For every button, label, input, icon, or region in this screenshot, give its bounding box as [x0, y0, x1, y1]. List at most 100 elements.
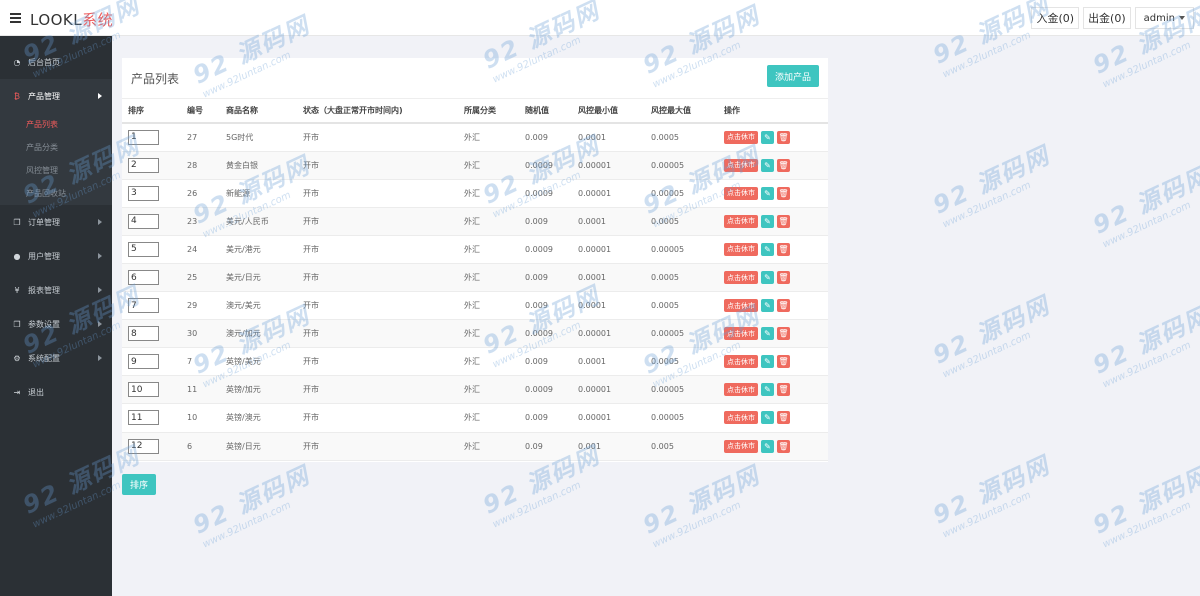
- sort-order-input[interactable]: [128, 129, 159, 145]
- product-name: 黄金白银: [220, 151, 297, 180]
- sort-order-input[interactable]: [128, 382, 159, 398]
- trash-icon[interactable]: 🗑: [777, 186, 790, 200]
- random-value: 0.0009: [519, 319, 572, 349]
- sidebar-subitem-recycle-bin[interactable]: 产品回收站: [0, 182, 112, 205]
- column-header: 操作: [718, 99, 828, 124]
- product-category: 外汇: [458, 235, 519, 264]
- sort-order-input[interactable]: [128, 185, 159, 201]
- table-row: 6英镑/日元开市外汇0.090.0010.005点击休市✎🗑: [122, 432, 828, 461]
- sidebar-subitem-product-category[interactable]: 产品分类: [0, 136, 112, 159]
- close-market-button[interactable]: 点击休市: [724, 439, 758, 453]
- random-value: 0.009: [519, 123, 572, 152]
- risk-min: 0.0001: [572, 347, 645, 377]
- edit-icon[interactable]: ✎: [761, 327, 774, 341]
- risk-max: 0.0005: [645, 263, 718, 293]
- sort-button[interactable]: 排序: [122, 474, 156, 495]
- sort-cell: [122, 207, 181, 236]
- product-id: 7: [181, 347, 220, 377]
- sidebar-item-products[interactable]: ₿ 产品管理: [0, 79, 112, 113]
- sort-cell: [122, 347, 181, 377]
- close-market-button[interactable]: 点击休市: [724, 271, 758, 285]
- market-status: 开市: [297, 179, 458, 208]
- sort-order-input[interactable]: [128, 298, 159, 314]
- chevron-right-icon: [98, 287, 102, 293]
- watermark: 92 源码网 www.92luntan.com: [1088, 161, 1200, 251]
- edit-icon[interactable]: ✎: [761, 158, 774, 172]
- sort-order-input[interactable]: [128, 241, 159, 257]
- trash-icon[interactable]: 🗑: [777, 411, 790, 425]
- sort-order-input[interactable]: [128, 326, 159, 342]
- close-market-button[interactable]: 点击休市: [724, 411, 758, 425]
- edit-icon[interactable]: ✎: [761, 383, 774, 397]
- trash-icon[interactable]: 🗑: [777, 242, 790, 256]
- edit-icon[interactable]: ✎: [761, 130, 774, 144]
- trash-icon[interactable]: 🗑: [777, 439, 790, 453]
- menu-toggle-icon[interactable]: [10, 13, 21, 23]
- trash-icon[interactable]: 🗑: [777, 299, 790, 313]
- trash-icon[interactable]: 🗑: [777, 355, 790, 369]
- sort-order-input[interactable]: [128, 213, 159, 229]
- sort-order-input[interactable]: [128, 438, 159, 454]
- sidebar-item-system[interactable]: ⚙ 系统配置: [0, 341, 112, 375]
- sidebar-item-settings[interactable]: ❐ 参数设置: [0, 307, 112, 341]
- sidebar-item-orders[interactable]: ❐ 订单管理: [0, 205, 112, 239]
- product-id: 6: [181, 432, 220, 461]
- sidebar-subitem-product-list[interactable]: 产品列表: [0, 113, 112, 136]
- product-id: 29: [181, 291, 220, 321]
- sort-order-input[interactable]: [128, 410, 159, 426]
- deposit-button[interactable]: 入金(0): [1031, 7, 1080, 29]
- sort-order-input[interactable]: [128, 354, 159, 370]
- close-market-button[interactable]: 点击休市: [724, 158, 758, 172]
- close-market-button[interactable]: 点击休市: [724, 242, 758, 256]
- edit-icon[interactable]: ✎: [761, 411, 774, 425]
- close-market-button[interactable]: 点击休市: [724, 214, 758, 228]
- risk-max: 0.0005: [645, 347, 718, 377]
- close-market-button[interactable]: 点击休市: [724, 327, 758, 341]
- sort-cell: [122, 432, 181, 461]
- risk-min: 0.00001: [572, 179, 645, 208]
- chevron-right-icon: [98, 93, 102, 99]
- edit-icon[interactable]: ✎: [761, 439, 774, 453]
- bitcoin-icon: ₿: [14, 91, 20, 101]
- add-product-button[interactable]: 添加产品: [767, 65, 819, 87]
- sidebar-item-users[interactable]: ● 用户管理: [0, 239, 112, 273]
- close-market-button[interactable]: 点击休市: [724, 130, 758, 144]
- close-market-button[interactable]: 点击休市: [724, 355, 758, 369]
- edit-icon[interactable]: ✎: [761, 214, 774, 228]
- product-category: 外汇: [458, 207, 519, 236]
- risk-min: 0.00001: [572, 375, 645, 405]
- actions-cell: 点击休市 ✎ 🗑: [718, 347, 828, 377]
- close-market-button[interactable]: 点击休市: [724, 383, 758, 397]
- risk-min: 0.001: [572, 432, 645, 461]
- trash-icon[interactable]: 🗑: [777, 158, 790, 172]
- product-id: 26: [181, 179, 220, 208]
- table-row: 7英镑/美元开市外汇0.0090.00010.0005点击休市✎🗑: [122, 347, 828, 377]
- user-menu[interactable]: admin: [1134, 7, 1194, 29]
- table-row: 11英镑/加元开市外汇0.00090.000010.00005点击休市✎🗑: [122, 375, 828, 405]
- edit-icon[interactable]: ✎: [761, 242, 774, 256]
- top-header: LOOKL系统 入金(0) 出金(0) admin: [0, 0, 1200, 36]
- sidebar-subitem-risk-control[interactable]: 风控管理: [0, 159, 112, 182]
- sort-order-input[interactable]: [128, 270, 159, 286]
- sidebar-item-reports[interactable]: ¥ 报表管理: [0, 273, 112, 307]
- actions-cell: 点击休市 ✎ 🗑: [718, 403, 828, 433]
- close-market-button[interactable]: 点击休市: [724, 186, 758, 200]
- withdraw-button[interactable]: 出金(0): [1083, 7, 1131, 29]
- edit-icon[interactable]: ✎: [761, 299, 774, 313]
- close-market-button[interactable]: 点击休市: [724, 299, 758, 313]
- random-value: 0.0009: [519, 375, 572, 405]
- sort-order-input[interactable]: [128, 157, 159, 173]
- sidebar-item-dashboard[interactable]: ◔ 后台首页: [0, 45, 112, 79]
- market-status: 开市: [297, 347, 458, 377]
- product-category: 外汇: [458, 291, 519, 321]
- edit-icon[interactable]: ✎: [761, 271, 774, 285]
- trash-icon[interactable]: 🗑: [777, 271, 790, 285]
- sidebar-item-logout[interactable]: ⇥ 退出: [0, 375, 112, 409]
- product-name: 澳元/美元: [220, 291, 297, 321]
- edit-icon[interactable]: ✎: [761, 186, 774, 200]
- trash-icon[interactable]: 🗑: [777, 214, 790, 228]
- trash-icon[interactable]: 🗑: [777, 130, 790, 144]
- edit-icon[interactable]: ✎: [761, 355, 774, 369]
- trash-icon[interactable]: 🗑: [777, 327, 790, 341]
- trash-icon[interactable]: 🗑: [777, 383, 790, 397]
